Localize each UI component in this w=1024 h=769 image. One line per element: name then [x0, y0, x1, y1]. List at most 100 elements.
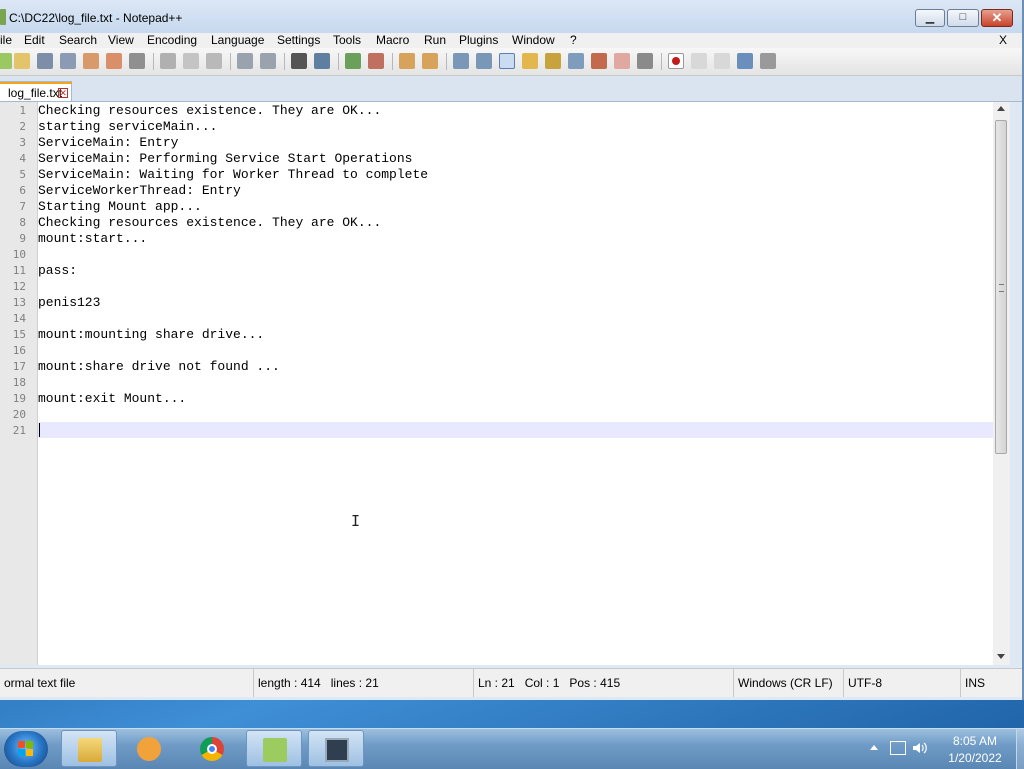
tab-close-icon[interactable]: ✕	[58, 88, 68, 98]
stop-record-icon[interactable]	[691, 53, 707, 69]
code-line[interactable]: Checking resources existence. They are O…	[38, 215, 990, 231]
volume-icon[interactable]	[912, 741, 928, 755]
code-line[interactable]: mount:mounting share drive...	[38, 327, 990, 343]
code-line[interactable]: penis123	[38, 295, 990, 311]
run-macro-multiple-icon[interactable]	[737, 53, 753, 69]
menu-file[interactable]: ile	[0, 33, 12, 47]
menu-settings[interactable]: Settings	[277, 33, 320, 47]
code-line[interactable]	[38, 279, 990, 295]
line-number: 15	[12, 328, 26, 341]
taskbar-notepad-plus-plus[interactable]	[246, 730, 302, 767]
menu-view[interactable]: View	[108, 33, 134, 47]
sync-horizontal-icon[interactable]	[422, 53, 438, 69]
zoom-in-icon[interactable]	[345, 53, 361, 69]
close-icon[interactable]	[83, 53, 99, 69]
code-line[interactable]: mount:share drive not found ...	[38, 359, 990, 375]
minimize-button[interactable]: ▁	[915, 9, 945, 27]
playback-icon[interactable]	[714, 53, 730, 69]
taskbar-terminal-app[interactable]	[308, 730, 364, 767]
scroll-thumb[interactable]	[995, 120, 1007, 454]
paste-icon[interactable]	[206, 53, 222, 69]
scroll-grip-icon	[999, 284, 1004, 292]
folder-as-workspace-icon[interactable]	[591, 53, 607, 69]
status-eol[interactable]: Windows (CR LF)	[734, 669, 844, 697]
code-line[interactable]	[38, 311, 990, 327]
eye-icon[interactable]	[637, 53, 653, 69]
show-desktop-button[interactable]	[1016, 729, 1024, 769]
save-icon[interactable]	[37, 53, 53, 69]
start-button[interactable]	[4, 731, 48, 767]
vertical-scrollbar[interactable]	[993, 102, 1010, 665]
user-language-icon[interactable]	[522, 53, 538, 69]
code-line[interactable]: ServiceMain: Entry	[38, 135, 990, 151]
show-all-characters-icon[interactable]	[476, 53, 492, 69]
replace-icon[interactable]	[314, 53, 330, 69]
menu-encoding[interactable]: Encoding	[147, 33, 197, 47]
code-line[interactable]: Checking resources existence. They are O…	[38, 103, 990, 119]
record-macro-icon[interactable]	[668, 53, 684, 69]
sync-vertical-icon[interactable]	[399, 53, 415, 69]
new-file-icon[interactable]	[0, 53, 12, 69]
status-insert-mode[interactable]: INS	[961, 669, 1022, 697]
word-wrap-icon[interactable]	[453, 53, 469, 69]
network-icon[interactable]	[890, 741, 906, 755]
copy-icon[interactable]	[183, 53, 199, 69]
menu-tools[interactable]: Tools	[333, 33, 361, 47]
close-button[interactable]: ✕	[981, 9, 1013, 27]
code-line[interactable]: mount:start...	[38, 231, 990, 247]
show-hidden-icons-icon[interactable]	[870, 745, 878, 750]
menu-run[interactable]: Run	[424, 33, 446, 47]
text-editor[interactable]: 1 2 3 4 5 6 7 8 9 10 11 12 13 14 15 16 17 18 19 20 21 Checki…	[0, 102, 1010, 665]
find-icon[interactable]	[291, 53, 307, 69]
scroll-up-arrow-icon[interactable]	[997, 106, 1005, 111]
menu-language[interactable]: Language	[211, 33, 264, 47]
code-line[interactable]: ServiceWorkerThread: Entry	[38, 183, 990, 199]
code-line[interactable]	[38, 407, 990, 423]
monitoring-icon[interactable]	[614, 53, 630, 69]
menu-macro[interactable]: Macro	[376, 33, 409, 47]
code-line[interactable]	[38, 423, 990, 439]
status-pos: Pos : 415	[569, 676, 621, 690]
close-all-icon[interactable]	[106, 53, 122, 69]
menu-window[interactable]: Window	[512, 33, 555, 47]
function-list-icon[interactable]	[568, 53, 584, 69]
status-encoding[interactable]: UTF-8	[844, 669, 961, 697]
code-line[interactable]: ServiceMain: Waiting for Worker Thread t…	[38, 167, 990, 183]
tab-log-file[interactable]: log_file.txt ✕	[0, 81, 72, 101]
title-bar[interactable]: C:\DC22\log_file.txt - Notepad++ ▁ □ ✕	[0, 0, 1022, 33]
doc-map-icon[interactable]	[545, 53, 561, 69]
menu-search[interactable]: Search	[59, 33, 97, 47]
menu-bar: ile Edit Search View Encoding Language S…	[0, 33, 1022, 48]
close-document-button[interactable]: X	[999, 33, 1007, 47]
code-line[interactable]: mount:exit Mount...	[38, 391, 990, 407]
taskbar-windows-explorer[interactable]	[61, 730, 117, 767]
code-line[interactable]	[38, 247, 990, 263]
window-title: C:\DC22\log_file.txt - Notepad++	[9, 11, 183, 25]
toolbar-separator	[230, 53, 231, 70]
zoom-out-icon[interactable]	[368, 53, 384, 69]
open-file-icon[interactable]	[14, 53, 30, 69]
print-icon[interactable]	[129, 53, 145, 69]
code-line[interactable]: ServiceMain: Performing Service Start Op…	[38, 151, 990, 167]
code-line[interactable]	[38, 375, 990, 391]
toolbar-separator	[446, 53, 447, 70]
save-macro-icon[interactable]	[760, 53, 776, 69]
taskbar-chrome[interactable]	[184, 730, 240, 767]
save-all-icon[interactable]	[60, 53, 76, 69]
maximize-button[interactable]: □	[947, 9, 979, 27]
cut-icon[interactable]	[160, 53, 176, 69]
code-line[interactable]: starting serviceMain...	[38, 119, 990, 135]
indent-guide-icon[interactable]	[499, 53, 515, 69]
scroll-down-arrow-icon[interactable]	[997, 654, 1005, 659]
clock-time[interactable]: 8:05 AM	[940, 734, 1010, 748]
menu-help[interactable]: ?	[570, 33, 577, 47]
undo-icon[interactable]	[237, 53, 253, 69]
code-line[interactable]: pass:	[38, 263, 990, 279]
code-line[interactable]	[38, 343, 990, 359]
code-line[interactable]: Starting Mount app...	[38, 199, 990, 215]
menu-edit[interactable]: Edit	[24, 33, 45, 47]
taskbar-media-player[interactable]	[121, 730, 177, 767]
menu-plugins[interactable]: Plugins	[459, 33, 498, 47]
clock-date[interactable]: 1/20/2022	[940, 751, 1010, 765]
redo-icon[interactable]	[260, 53, 276, 69]
